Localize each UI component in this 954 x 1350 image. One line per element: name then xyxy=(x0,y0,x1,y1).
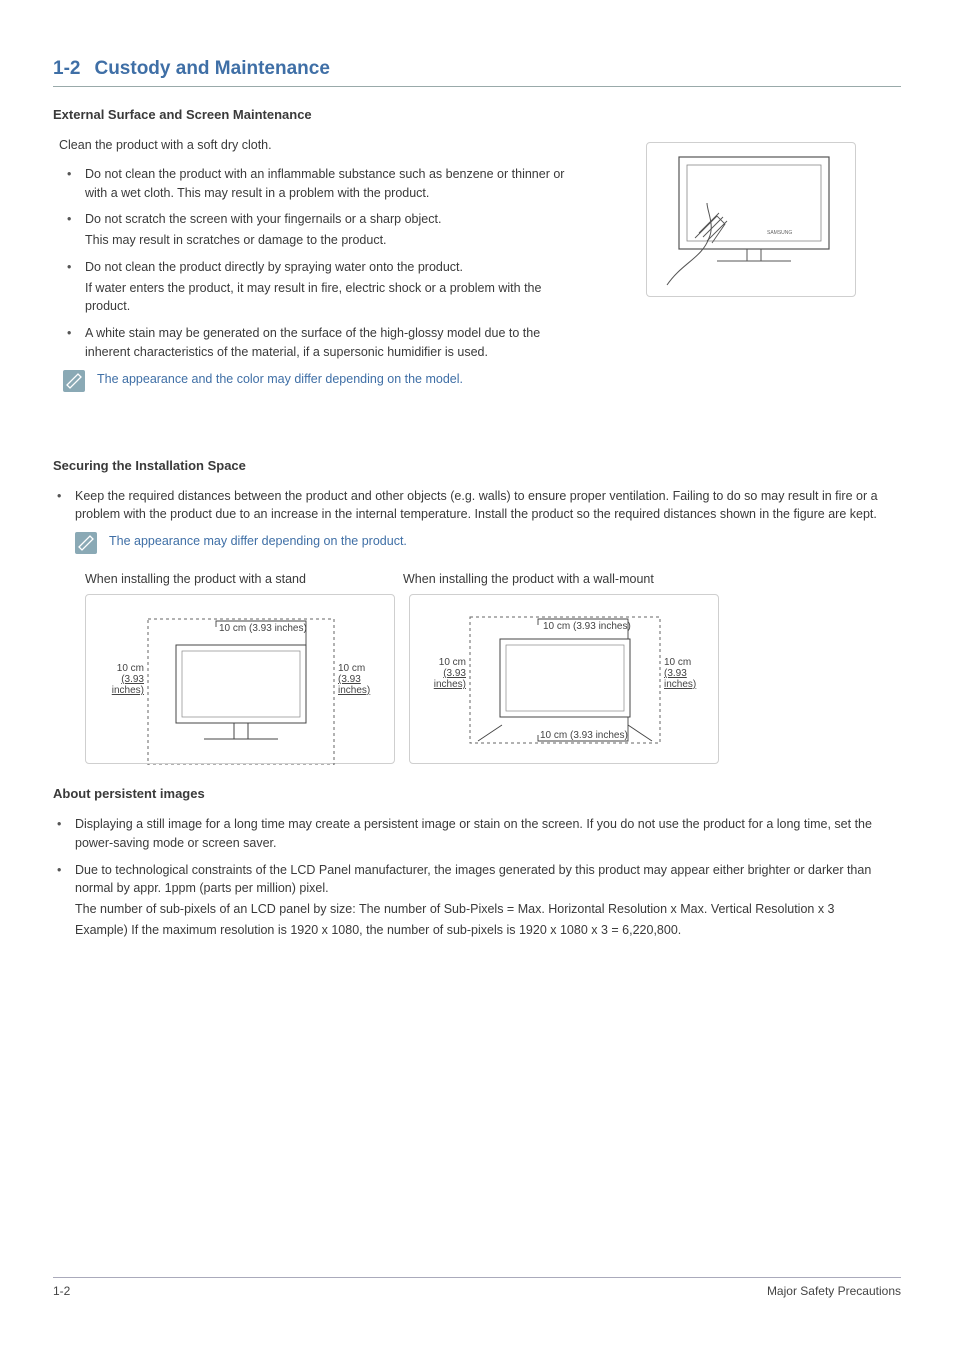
footer-left: 1-2 xyxy=(53,1284,70,1298)
persist-list: Displaying a still image for a long time… xyxy=(53,815,901,940)
dim-left-b: (3.93 inches) xyxy=(434,668,466,690)
ext-right: SAMSUNG xyxy=(601,136,901,418)
persist-heading: About persistent images xyxy=(53,786,901,801)
dim-right-a: 10 cm xyxy=(664,657,691,668)
diagram-headings: When installing the product with a stand… xyxy=(85,572,901,586)
item-sub: If water enters the product, it may resu… xyxy=(85,279,571,317)
dim-left: 10 cm (3.93 inches) xyxy=(96,663,144,696)
section-number: 1-2 xyxy=(53,58,80,79)
list-item: Do not scratch the screen with your fing… xyxy=(85,210,571,250)
list-item: Displaying a still image for a long time… xyxy=(75,815,901,853)
dim-left: 10 cm (3.93 inches) xyxy=(416,657,466,690)
item-text: Do not clean the product directly by spr… xyxy=(85,260,463,274)
svg-text:SAMSUNG: SAMSUNG xyxy=(767,230,792,236)
item-text: A white stain may be generated on the su… xyxy=(85,326,540,359)
diag-title-stand: When installing the product with a stand xyxy=(85,572,365,586)
item-text: Due to technological constraints of the … xyxy=(75,863,871,896)
ext-list: Do not clean the product with an inflamm… xyxy=(53,165,571,362)
dim-top: 10 cm (3.93 inches) xyxy=(543,621,631,632)
ext-note: The appearance and the color may differ … xyxy=(63,370,571,392)
item-sub: Example) If the maximum resolution is 19… xyxy=(75,921,901,940)
dim-bottom: 10 cm (3.93 inches) xyxy=(540,730,628,741)
diagram-row: 10 cm (3.93 inches) 10 cm (3.93 inches) … xyxy=(85,594,901,764)
item-text: Do not clean the product with an inflamm… xyxy=(85,167,564,200)
item-text: Do not scratch the screen with your fing… xyxy=(85,212,441,226)
page-footer: 1-2 Major Safety Precautions xyxy=(53,1277,901,1298)
diag-title-wall: When installing the product with a wall-… xyxy=(403,572,654,586)
dim-right: 10 cm (3.93 inches) xyxy=(338,663,394,696)
ext-left: Clean the product with a soft dry cloth.… xyxy=(53,136,571,418)
dim-right-b: (3.93 inches) xyxy=(664,668,696,690)
space-heading: Securing the Installation Space xyxy=(53,458,901,473)
dim-right-b: (3.93 inches) xyxy=(338,674,370,696)
stand-diagram: 10 cm (3.93 inches) 10 cm (3.93 inches) … xyxy=(85,594,395,764)
dim-left-a: 10 cm xyxy=(439,657,466,668)
list-item: Due to technological constraints of the … xyxy=(75,861,901,940)
ext-columns: Clean the product with a soft dry cloth.… xyxy=(53,136,901,418)
list-item: Do not clean the product with an inflamm… xyxy=(85,165,571,203)
item-sub: The number of sub-pixels of an LCD panel… xyxy=(75,900,901,919)
list-item: A white stain may be generated on the su… xyxy=(85,324,571,362)
dim-right-a: 10 cm xyxy=(338,663,365,674)
item-sub: This may result in scratches or damage t… xyxy=(85,231,571,250)
list-item: Keep the required distances between the … xyxy=(75,487,901,525)
space-list: Keep the required distances between the … xyxy=(53,487,901,525)
space-note-text: The appearance may differ depending on t… xyxy=(109,532,407,551)
note-icon xyxy=(75,532,97,554)
item-text: Keep the required distances between the … xyxy=(75,489,878,522)
ext-lead: Clean the product with a soft dry cloth. xyxy=(53,136,571,155)
dim-left-b: (3.93 inches) xyxy=(112,674,144,696)
wall-diagram: 10 cm (3.93 inches) 10 cm (3.93 inches) … xyxy=(409,594,719,764)
ext-note-text: The appearance and the color may differ … xyxy=(97,370,463,389)
space-note: The appearance may differ depending on t… xyxy=(75,532,901,554)
section-title: 1-2 Custody and Maintenance xyxy=(53,58,901,87)
note-icon xyxy=(63,370,85,392)
list-item: Do not clean the product directly by spr… xyxy=(85,258,571,316)
ext-heading: External Surface and Screen Maintenance xyxy=(53,107,901,122)
dim-left-a: 10 cm xyxy=(117,663,144,674)
item-text: Displaying a still image for a long time… xyxy=(75,817,872,850)
dim-right: 10 cm (3.93 inches) xyxy=(664,657,718,690)
section-name: Custody and Maintenance xyxy=(94,58,329,79)
footer-right: Major Safety Precautions xyxy=(767,1284,901,1298)
dim-top: 10 cm (3.93 inches) xyxy=(219,623,307,634)
cleaning-illustration: SAMSUNG xyxy=(646,142,856,297)
